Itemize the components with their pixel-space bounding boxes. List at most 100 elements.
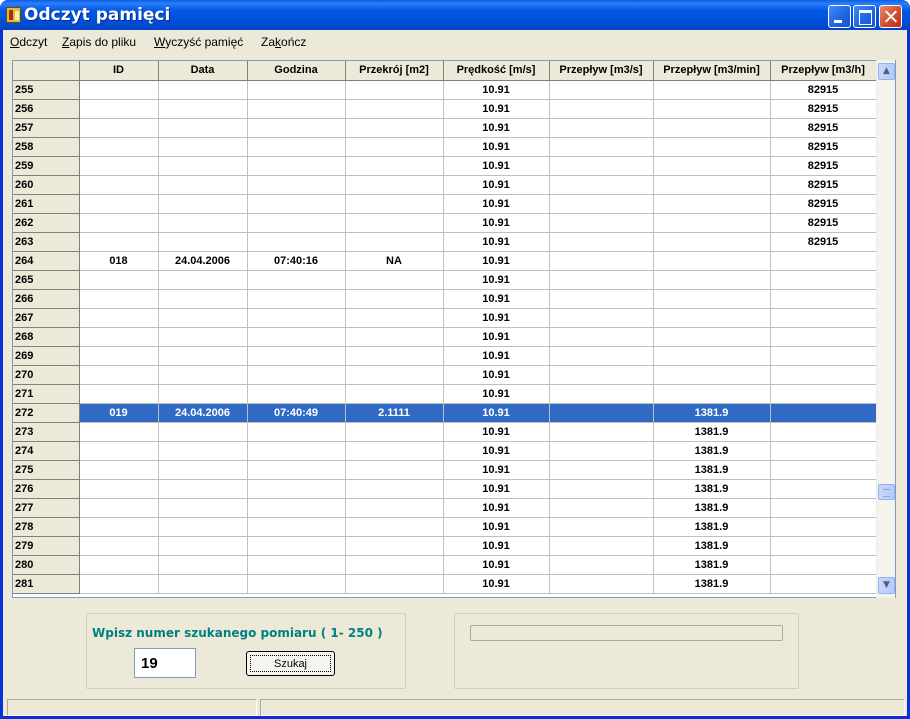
column-header[interactable]: ID <box>79 61 159 81</box>
scroll-down-button[interactable]: ▼ <box>878 577 895 594</box>
row-number[interactable]: 274 <box>13 441 80 461</box>
row-number[interactable]: 258 <box>13 137 80 157</box>
data-grid[interactable]: ID Data Godzina Przekrój [m2] Prędkość [m/s]… <box>12 60 896 598</box>
row-number[interactable]: 260 <box>13 175 80 195</box>
scroll-thumb[interactable] <box>878 484 895 500</box>
vertical-scrollbar[interactable]: ▲ ▼ <box>876 60 895 598</box>
column-header[interactable]: Przepływ [m3/h] <box>770 61 877 81</box>
table-cell <box>247 327 346 347</box>
row-number[interactable]: 277 <box>13 498 80 518</box>
minimize-button[interactable] <box>828 5 851 28</box>
table-cell <box>770 555 877 575</box>
table-cell <box>158 175 248 195</box>
table-row[interactable]: 270 10.91 <box>13 365 877 385</box>
table-row[interactable]: 281 10.91 1381.9 <box>13 574 877 594</box>
table-row[interactable]: 280 10.91 1381.9 <box>13 555 877 575</box>
table-row[interactable]: 267 10.91 <box>13 308 877 328</box>
row-number[interactable]: 273 <box>13 422 80 442</box>
row-number[interactable]: 264 <box>13 251 80 271</box>
table-row[interactable]: 266 10.91 <box>13 289 877 309</box>
table-cell <box>247 422 346 442</box>
table-row[interactable]: 274 10.91 1381.9 <box>13 441 877 461</box>
table-cell <box>549 403 654 423</box>
row-number[interactable]: 268 <box>13 327 80 347</box>
table-row[interactable]: 272 019 24.04.2006 07:40:49 2.1111 10.91 1381.… <box>13 403 877 423</box>
table-cell <box>345 365 444 385</box>
table-row[interactable]: 265 10.91 <box>13 270 877 290</box>
table-row[interactable]: 278 10.91 1381.9 <box>13 517 877 537</box>
table-row[interactable]: 271 10.91 <box>13 384 877 404</box>
table-cell <box>549 175 654 195</box>
row-number[interactable]: 267 <box>13 308 80 328</box>
table-row[interactable]: 259 10.91 82915 <box>13 156 877 176</box>
table-cell <box>345 156 444 176</box>
table-cell: 1381.9 <box>653 574 771 594</box>
column-header[interactable]: Godzina <box>247 61 346 81</box>
row-number[interactable]: 263 <box>13 232 80 252</box>
row-number[interactable]: 270 <box>13 365 80 385</box>
table-row[interactable]: 257 10.91 82915 <box>13 118 877 138</box>
row-number[interactable]: 266 <box>13 289 80 309</box>
row-number[interactable]: 271 <box>13 384 80 404</box>
table-row[interactable]: 264 018 24.04.2006 07:40:16 NA 10.91 <box>13 251 877 271</box>
table-row[interactable]: 269 10.91 <box>13 346 877 366</box>
column-header[interactable]: Prędkość [m/s] <box>443 61 550 81</box>
table-row[interactable]: 255 10.91 82915 <box>13 80 877 100</box>
row-number[interactable]: 265 <box>13 270 80 290</box>
search-input[interactable] <box>134 648 196 678</box>
title-bar[interactable]: Odczyt pamięci <box>0 0 910 30</box>
table-row[interactable]: 260 10.91 82915 <box>13 175 877 195</box>
table-cell: 1381.9 <box>653 422 771 442</box>
row-number[interactable]: 275 <box>13 460 80 480</box>
data-table[interactable]: ID Data Godzina Przekrój [m2] Prędkość [m/s]… <box>13 61 877 594</box>
table-row[interactable]: 275 10.91 1381.9 <box>13 460 877 480</box>
row-number[interactable]: 262 <box>13 213 80 233</box>
table-row[interactable]: 258 10.91 82915 <box>13 137 877 157</box>
row-number[interactable]: 281 <box>13 574 80 594</box>
table-cell <box>653 327 771 347</box>
row-number[interactable]: 255 <box>13 80 80 100</box>
column-header[interactable]: Przepływ [m3/min] <box>653 61 771 81</box>
row-number[interactable]: 279 <box>13 536 80 556</box>
table-row[interactable]: 279 10.91 1381.9 <box>13 536 877 556</box>
table-row[interactable]: 256 10.91 82915 <box>13 99 877 119</box>
menu-wyczysc-pamiec[interactable]: Wyczyść pamięć <box>154 35 243 49</box>
column-header[interactable]: Przepływ [m3/s] <box>549 61 654 81</box>
menu-zakoncz[interactable]: Zakończ <box>261 35 306 49</box>
table-row[interactable]: 273 10.91 1381.9 <box>13 422 877 442</box>
row-number[interactable]: 278 <box>13 517 80 537</box>
table-cell: 82915 <box>770 156 877 176</box>
row-number[interactable]: 261 <box>13 194 80 214</box>
maximize-button[interactable] <box>853 5 876 28</box>
app-icon[interactable] <box>6 7 21 23</box>
table-row[interactable]: 262 10.91 82915 <box>13 213 877 233</box>
menu-zapis-do-pliku[interactable]: Zapis do pliku <box>62 35 136 49</box>
corner-header[interactable] <box>13 61 80 81</box>
row-number[interactable]: 259 <box>13 156 80 176</box>
table-row[interactable]: 261 10.91 82915 <box>13 194 877 214</box>
row-number[interactable]: 272 <box>13 403 80 423</box>
close-button[interactable] <box>879 5 902 28</box>
table-row[interactable]: 263 10.91 82915 <box>13 232 877 252</box>
menu-odczyt[interactable]: Odczyt <box>10 35 47 49</box>
table-cell <box>549 479 654 499</box>
table-cell <box>247 232 346 252</box>
table-cell <box>345 137 444 157</box>
table-row[interactable]: 276 10.91 1381.9 <box>13 479 877 499</box>
row-number[interactable]: 280 <box>13 555 80 575</box>
table-row[interactable]: 268 10.91 <box>13 327 877 347</box>
table-cell <box>79 517 159 537</box>
table-row[interactable]: 277 10.91 1381.9 <box>13 498 877 518</box>
row-number[interactable]: 276 <box>13 479 80 499</box>
table-cell <box>79 99 159 119</box>
row-number[interactable]: 257 <box>13 118 80 138</box>
table-cell <box>549 156 654 176</box>
row-number[interactable]: 269 <box>13 346 80 366</box>
table-cell <box>653 99 771 119</box>
scroll-up-button[interactable]: ▲ <box>878 63 895 80</box>
table-cell <box>549 289 654 309</box>
column-header[interactable]: Przekrój [m2] <box>345 61 444 81</box>
column-header[interactable]: Data <box>158 61 248 81</box>
search-button[interactable]: Szukaj <box>246 651 335 676</box>
row-number[interactable]: 256 <box>13 99 80 119</box>
